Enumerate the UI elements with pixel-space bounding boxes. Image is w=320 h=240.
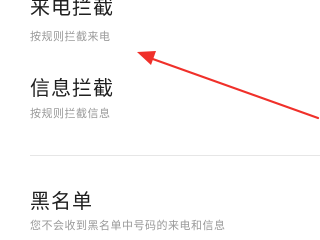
blacklist-title: 黑名单	[30, 189, 93, 213]
call-block-item[interactable]: 来电拦截 按规则拦截来电	[0, 0, 320, 58]
blacklist-item[interactable]: 黑名单 您不会收到黑名单中号码的来电和信息	[0, 175, 320, 240]
message-block-item[interactable]: 信息拦截 按规则拦截信息	[0, 66, 320, 132]
call-block-title: 来电拦截	[30, 0, 114, 19]
section-divider	[30, 155, 320, 156]
message-block-subtitle: 按规则拦截信息	[30, 107, 111, 120]
message-block-title: 信息拦截	[30, 76, 114, 100]
settings-list: 来电拦截 按规则拦截来电 信息拦截 按规则拦截信息 黑名单 您不会收到黑名单中号…	[0, 0, 320, 240]
call-block-subtitle: 按规则拦截来电	[30, 30, 111, 43]
blacklist-subtitle: 您不会收到黑名单中号码的来电和信息	[30, 219, 226, 232]
